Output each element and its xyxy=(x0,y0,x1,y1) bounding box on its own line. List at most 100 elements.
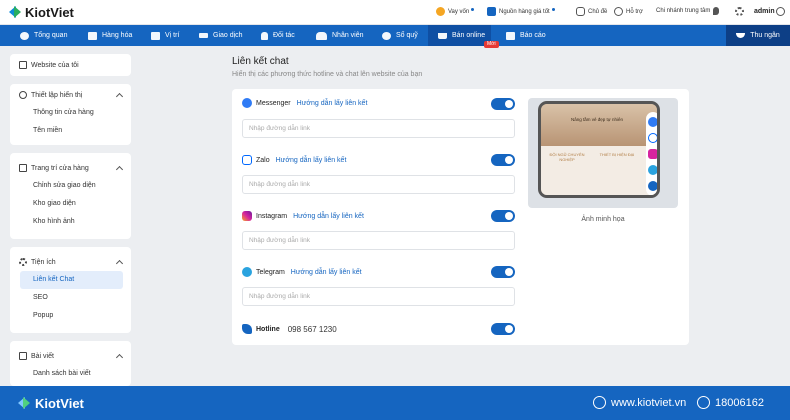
zalo-url-input[interactable]: Nhập đường dẫn link xyxy=(242,175,515,194)
chart-icon xyxy=(506,31,515,40)
sidebar-item-popup[interactable]: Popup xyxy=(10,307,131,325)
preview-caption: Ảnh minh họa xyxy=(581,216,625,223)
chat-settings-panel: Messenger Hướng dẫn lấy liên kết Nhập đư… xyxy=(232,89,689,345)
floating-chat-bar xyxy=(646,112,657,195)
nav-location[interactable]: Vị trí xyxy=(151,25,179,46)
phone-icon xyxy=(242,324,252,334)
chevron-up-icon[interactable] xyxy=(115,165,124,174)
kiotviet-logo-icon xyxy=(9,4,21,20)
cashier-button[interactable]: Thu ngân xyxy=(726,25,790,46)
hotline-row: Hotline 098 567 1230 xyxy=(242,324,337,334)
branch-selector[interactable]: Chi nhánh trung tâm xyxy=(656,7,720,15)
people-icon xyxy=(316,31,327,40)
nav-reports[interactable]: Báo cáo xyxy=(506,25,546,46)
grid-icon xyxy=(151,31,160,40)
telegram-toggle[interactable] xyxy=(491,266,515,278)
display-settings-section: Thiết lập hiển thị Thông tin cửa hàng Tê… xyxy=(10,84,131,145)
username[interactable]: admin xyxy=(754,8,775,15)
nav-online-sales[interactable]: Bán online xyxy=(428,25,491,46)
sidebar-item-edit-theme[interactable]: Chỉnh sửa giao diện xyxy=(10,177,131,195)
top-bar: KiotViet Vay vốn Nguồn hàng giá tốt Chủ … xyxy=(0,0,790,25)
loan-link[interactable]: Vay vốn xyxy=(436,7,475,16)
utilities-header[interactable]: Tiện ích xyxy=(10,253,131,271)
footer-website[interactable]: www.kiotviet.vn xyxy=(593,396,686,409)
sidebar-item-theme-store[interactable]: Kho giao diện xyxy=(10,195,131,213)
articles-header[interactable]: Bài viết xyxy=(10,347,131,365)
kiotviet-mark-icon xyxy=(487,7,496,16)
kiotviet-logo[interactable]: KiotViet xyxy=(9,4,74,20)
nav-products[interactable]: Hàng hóa xyxy=(88,25,132,46)
chevron-up-icon[interactable] xyxy=(115,259,124,268)
info-icon xyxy=(19,91,27,99)
store-decor-section: Trang trí cửa hàng Chỉnh sửa giao diện K… xyxy=(10,153,131,239)
zalo-icon xyxy=(648,133,657,143)
sidebar-item-image-store[interactable]: Kho hình ảnh xyxy=(10,213,131,231)
footer-logo: KiotViet xyxy=(18,395,84,411)
instagram-toggle[interactable] xyxy=(491,210,515,222)
footer: KiotViet www.kiotviet.vn 18006162 xyxy=(0,386,790,420)
telegram-guide-link[interactable]: Hướng dẫn lấy liên kết xyxy=(291,269,362,276)
sidebar-item-domain[interactable]: Tên miền xyxy=(10,122,131,140)
nav-employees[interactable]: Nhân viên xyxy=(316,25,364,46)
supplier-link[interactable]: Nguồn hàng giá tốt xyxy=(487,7,555,16)
hotline-number: 098 567 1230 xyxy=(287,324,337,334)
store-decor-header[interactable]: Trang trí cửa hàng xyxy=(10,159,131,177)
display-settings-header[interactable]: Thiết lập hiển thị xyxy=(10,86,131,104)
money-bag-icon xyxy=(436,7,445,16)
messenger-url-input[interactable]: Nhập đường dẫn link xyxy=(242,119,515,138)
user-icon[interactable] xyxy=(776,7,785,16)
sidebar-item-store-info[interactable]: Thông tin cửa hàng xyxy=(10,104,131,122)
chevron-up-icon[interactable] xyxy=(115,353,124,362)
sidebar-item-seo[interactable]: SEO xyxy=(10,289,131,307)
phone-icon xyxy=(648,181,657,191)
gear-icon[interactable] xyxy=(735,7,744,16)
location-pin-icon xyxy=(713,7,720,15)
footer-phone[interactable]: 18006162 xyxy=(697,396,764,409)
preview-image: Nâng tầm vẻ đẹp tự nhiên ĐỘI NGŨ CHUYÊN … xyxy=(528,98,678,208)
nav-transactions[interactable]: Giao dịch xyxy=(199,25,243,46)
messenger-icon xyxy=(242,98,252,108)
support-link[interactable]: Hỗ trợ xyxy=(614,7,643,16)
instagram-icon xyxy=(242,211,252,221)
messenger-guide-link[interactable]: Hướng dẫn lấy liên kết xyxy=(297,100,368,107)
document-icon xyxy=(19,352,27,360)
sidebar-item-chat-link[interactable]: Liên kết Chat xyxy=(20,271,123,289)
zalo-toggle[interactable] xyxy=(491,154,515,166)
instagram-guide-link[interactable]: Hướng dẫn lấy liên kết xyxy=(293,213,364,220)
sidebar-item-article-list[interactable]: Danh sách bài viết xyxy=(10,365,131,383)
swap-icon xyxy=(199,33,208,38)
messenger-toggle[interactable] xyxy=(491,98,515,110)
telegram-icon xyxy=(242,267,252,277)
my-website-card[interactable]: Website của tôi xyxy=(10,54,131,76)
box-icon xyxy=(88,31,97,40)
instagram-url-input[interactable]: Nhập đường dẫn link xyxy=(242,231,515,250)
globe-icon xyxy=(593,396,606,409)
bowl-icon xyxy=(736,33,746,38)
telegram-url-input[interactable]: Nhập đường dẫn link xyxy=(242,287,515,306)
main-nav: Tổng quan Hàng hóa Vị trí Giao dịch Đối … xyxy=(0,25,790,48)
cart-icon xyxy=(438,32,447,39)
nav-partners[interactable]: Đối tác xyxy=(261,25,295,46)
brand-name: KiotViet xyxy=(25,4,74,20)
nav-cashbook[interactable]: Sổ quỹ xyxy=(382,25,418,46)
theme-link[interactable]: Chủ đề xyxy=(576,7,607,16)
gear-icon xyxy=(19,258,27,266)
page-title: Liên kết chat xyxy=(232,56,289,67)
coin-icon xyxy=(382,31,391,40)
instagram-icon xyxy=(648,149,657,159)
messenger-icon xyxy=(648,117,657,127)
messenger-row: Messenger Hướng dẫn lấy liên kết xyxy=(242,98,367,108)
new-badge: Mới xyxy=(484,41,499,48)
page-subtitle: Hiển thị các phương thức hotline và chat… xyxy=(232,71,423,78)
nav-overview[interactable]: Tổng quan xyxy=(20,25,67,46)
hotline-toggle[interactable] xyxy=(491,323,515,335)
person-icon xyxy=(261,31,268,40)
kiotviet-logo-icon xyxy=(18,395,30,411)
my-website-link[interactable]: Website của tôi xyxy=(31,62,79,69)
eye-icon xyxy=(20,31,29,40)
zalo-row: Zalo Hướng dẫn lấy liên kết xyxy=(242,155,346,165)
phone-icon xyxy=(697,396,710,409)
window-link-icon xyxy=(19,61,27,69)
zalo-guide-link[interactable]: Hướng dẫn lấy liên kết xyxy=(276,157,347,164)
chevron-up-icon[interactable] xyxy=(115,92,124,101)
